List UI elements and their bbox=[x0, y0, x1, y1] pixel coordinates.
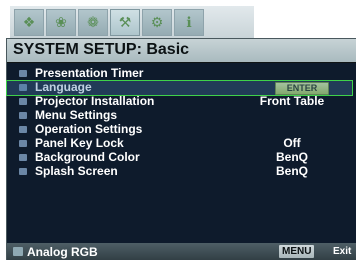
menu-key-badge: MENU bbox=[279, 245, 315, 258]
menu-item-menu-settings[interactable]: Menu Settings bbox=[7, 108, 356, 123]
display-icon: ❖ bbox=[22, 14, 36, 30]
menu-tab-bar: ❖ ❀ ❁ ⚒ ⚙ ℹ bbox=[10, 6, 254, 38]
menu-bullet-icon bbox=[19, 112, 27, 119]
status-bar: Analog RGB MENU Exit bbox=[7, 243, 356, 260]
menu-bullet-icon bbox=[19, 70, 27, 77]
tab-source[interactable]: ❁ bbox=[78, 9, 108, 36]
menu-item-splash-screen[interactable]: Splash Screen BenQ bbox=[7, 164, 356, 179]
menu-bullet-icon bbox=[19, 168, 27, 175]
tab-information[interactable]: ℹ bbox=[174, 9, 204, 36]
tab-system-setup-advanced[interactable]: ⚙ bbox=[142, 9, 172, 36]
menu-item-background-color[interactable]: Background Color BenQ bbox=[7, 150, 356, 165]
menu-item-projector-installation[interactable]: Projector Installation Front Table bbox=[7, 94, 356, 109]
menu-item-label: Panel Key Lock bbox=[35, 136, 124, 150]
menu-item-label: Operation Settings bbox=[35, 122, 143, 136]
menu-bullet-icon bbox=[19, 154, 27, 161]
tab-display[interactable]: ❖ bbox=[14, 9, 44, 36]
menu-bullet-icon bbox=[19, 126, 27, 133]
picture-icon: ❀ bbox=[55, 14, 67, 30]
selection-highlight bbox=[6, 80, 353, 96]
menu-item-presentation-timer[interactable]: Presentation Timer bbox=[7, 66, 356, 81]
system-setup-icon: ⚒ bbox=[118, 14, 132, 30]
menu-item-panel-key-lock[interactable]: Panel Key Lock Off bbox=[7, 136, 356, 151]
exit-label: Exit bbox=[333, 246, 352, 257]
input-source-label: Analog RGB bbox=[27, 245, 98, 259]
menu-item-value: BenQ bbox=[275, 150, 308, 164]
title-bar: SYSTEM SETUP: Basic bbox=[7, 39, 356, 62]
menu-item-label: Background Color bbox=[35, 150, 140, 164]
menu-item-label: Projector Installation bbox=[35, 94, 155, 108]
menu-item-value: Off bbox=[283, 136, 301, 150]
source-icon: ❁ bbox=[87, 14, 99, 30]
menu-bullet-icon bbox=[19, 98, 27, 105]
menu-item-label: Menu Settings bbox=[35, 108, 118, 122]
information-icon: ℹ bbox=[186, 14, 192, 30]
tab-system-setup-basic[interactable]: ⚒ bbox=[110, 9, 140, 36]
menu-item-label: Presentation Timer bbox=[35, 66, 144, 80]
menu-item-label: Splash Screen bbox=[35, 164, 118, 178]
menu-item-operation-settings[interactable]: Operation Settings bbox=[7, 122, 356, 137]
advanced-setup-icon: ⚙ bbox=[150, 14, 164, 30]
input-source-icon bbox=[13, 247, 23, 256]
menu-item-value: Front Table bbox=[259, 94, 325, 108]
menu-bullet-icon bbox=[19, 140, 27, 147]
menu-item-value: BenQ bbox=[275, 164, 308, 178]
osd-menu-panel: SYSTEM SETUP: Basic Presentation Timer L… bbox=[6, 38, 356, 260]
tab-picture[interactable]: ❀ bbox=[46, 9, 76, 36]
page-title: SYSTEM SETUP: Basic bbox=[13, 41, 190, 58]
